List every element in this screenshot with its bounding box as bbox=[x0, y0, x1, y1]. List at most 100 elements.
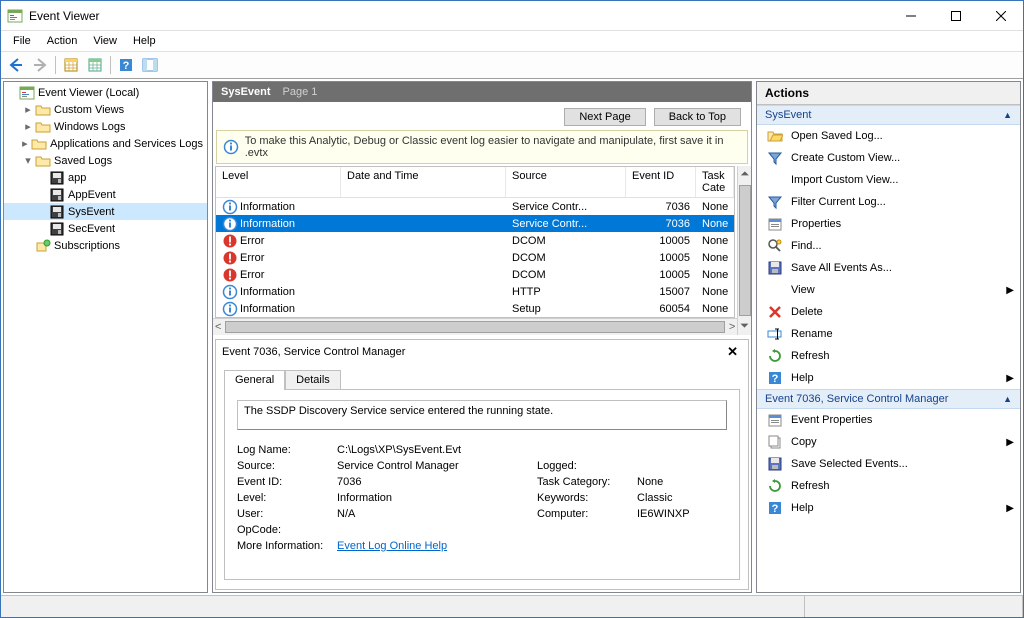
action-refresh[interactable]: Refresh bbox=[757, 475, 1020, 497]
action-properties[interactable]: Properties bbox=[757, 213, 1020, 235]
val-source: Service Control Manager bbox=[337, 460, 537, 472]
event-message: The SSDP Discovery Service service enter… bbox=[237, 400, 727, 430]
action-label: Copy bbox=[791, 436, 817, 448]
link-event-log-online-help[interactable]: Event Log Online Help bbox=[337, 540, 447, 552]
tab-details[interactable]: Details bbox=[285, 370, 341, 390]
info-bar: To make this Analytic, Debug or Classic … bbox=[216, 130, 748, 164]
col-source[interactable]: Source bbox=[506, 167, 626, 197]
menu-file[interactable]: File bbox=[5, 33, 39, 49]
action-delete[interactable]: Delete bbox=[757, 301, 1020, 323]
forward-button[interactable] bbox=[29, 54, 51, 76]
action-filter-current-log[interactable]: Filter Current Log... bbox=[757, 191, 1020, 213]
props-icon bbox=[767, 216, 783, 232]
event-row[interactable]: InformationService Contr...7036None bbox=[216, 198, 734, 215]
tree-item-appevent[interactable]: AppEvent bbox=[4, 186, 207, 203]
toolbar-panes-button[interactable] bbox=[139, 54, 161, 76]
actions-pane: Actions SysEvent▲ Open Saved Log...Creat… bbox=[756, 81, 1021, 593]
action-save-selected-events[interactable]: Save Selected Events... bbox=[757, 453, 1020, 475]
back-button[interactable] bbox=[5, 54, 27, 76]
submenu-arrow-icon: ▶ bbox=[1006, 503, 1014, 514]
toolbar-sheet2-button[interactable] bbox=[84, 54, 106, 76]
menu-view[interactable]: View bbox=[85, 33, 125, 49]
disk-icon bbox=[49, 221, 65, 237]
action-create-custom-view[interactable]: Create Custom View... bbox=[757, 147, 1020, 169]
col-date-time[interactable]: Date and Time bbox=[341, 167, 506, 197]
submenu-arrow-icon: ▶ bbox=[1006, 285, 1014, 296]
event-row[interactable]: InformationService Contr...7036None bbox=[216, 215, 734, 232]
tree-item-custom-views[interactable]: ▸Custom Views bbox=[4, 101, 207, 118]
tree-item-applications-and-services-logs[interactable]: ▸Applications and Services Logs bbox=[4, 135, 207, 152]
menu-help[interactable]: Help bbox=[125, 33, 164, 49]
submenu-arrow-icon: ▶ bbox=[1006, 437, 1014, 448]
action-label: Filter Current Log... bbox=[791, 196, 886, 208]
col-level[interactable]: Level bbox=[216, 167, 341, 197]
error-icon bbox=[222, 233, 238, 249]
horizontal-scrollbar[interactable]: <> bbox=[213, 318, 737, 335]
event-row[interactable]: ErrorDCOM10005None bbox=[216, 266, 734, 283]
tree-item-sysevent[interactable]: SysEvent bbox=[4, 203, 207, 220]
lbl-user: User: bbox=[237, 508, 337, 520]
actions-section-log[interactable]: SysEvent▲ bbox=[757, 105, 1020, 125]
toolbar bbox=[1, 51, 1023, 79]
app-icon bbox=[19, 85, 35, 101]
event-row[interactable]: InformationSetup60054None bbox=[216, 300, 734, 317]
action-copy[interactable]: Copy ▶ bbox=[757, 431, 1020, 453]
event-row[interactable]: InformationHTTP15007None bbox=[216, 283, 734, 300]
twisty-icon[interactable]: ▾ bbox=[22, 154, 34, 167]
event-row[interactable]: ErrorDCOM10005None bbox=[216, 249, 734, 266]
action-open-saved-log[interactable]: Open Saved Log... bbox=[757, 125, 1020, 147]
action-save-all-events-as[interactable]: Save All Events As... bbox=[757, 257, 1020, 279]
folder-icon bbox=[35, 102, 51, 118]
next-page-button[interactable]: Next Page bbox=[564, 108, 645, 126]
toolbar-separator bbox=[110, 56, 111, 74]
back-to-top-button[interactable]: Back to Top bbox=[654, 108, 741, 126]
minimize-button[interactable] bbox=[888, 1, 933, 30]
val-logged bbox=[637, 460, 749, 472]
col-event-id[interactable]: Event ID bbox=[626, 167, 696, 197]
action-label: Refresh bbox=[791, 350, 830, 362]
tree-root[interactable]: Event Viewer (Local) bbox=[4, 84, 207, 101]
action-import-custom-view[interactable]: Import Custom View... bbox=[757, 169, 1020, 191]
tree-item-subscriptions[interactable]: Subscriptions bbox=[4, 237, 207, 254]
lbl-opcode: OpCode: bbox=[237, 524, 337, 536]
menu-action[interactable]: Action bbox=[39, 33, 86, 49]
tree-item-saved-logs[interactable]: ▾Saved Logs bbox=[4, 152, 207, 169]
statusbar bbox=[1, 595, 1023, 617]
toolbar-sheet-button[interactable] bbox=[60, 54, 82, 76]
tree-item-secevent[interactable]: SecEvent bbox=[4, 220, 207, 237]
tree-item-windows-logs[interactable]: ▸Windows Logs bbox=[4, 118, 207, 135]
action-label: Save Selected Events... bbox=[791, 458, 908, 470]
detail-close-button[interactable]: ✕ bbox=[723, 344, 742, 360]
val-user: N/A bbox=[337, 508, 537, 520]
action-refresh[interactable]: Refresh bbox=[757, 345, 1020, 367]
tab-general[interactable]: General bbox=[224, 370, 285, 390]
close-button[interactable] bbox=[978, 1, 1023, 30]
event-viewer-window: Event Viewer File Action View Help Event… bbox=[0, 0, 1024, 618]
twisty-icon[interactable]: ▸ bbox=[22, 103, 34, 116]
tab-general-panel: The SSDP Discovery Service service enter… bbox=[224, 389, 740, 580]
refresh-icon bbox=[767, 348, 783, 364]
vertical-scrollbar[interactable]: ⏶⏷ bbox=[737, 166, 751, 335]
log-title: SysEvent bbox=[221, 86, 271, 98]
event-properties-grid: Log Name: C:\Logs\XP\SysEvent.Evt Source… bbox=[237, 444, 727, 552]
tree-item-app[interactable]: app bbox=[4, 169, 207, 186]
info-text: To make this Analytic, Debug or Classic … bbox=[245, 135, 741, 159]
event-row[interactable]: ErrorDCOM10005None bbox=[216, 232, 734, 249]
action-find[interactable]: Find... bbox=[757, 235, 1020, 257]
action-help[interactable]: Help▶ bbox=[757, 497, 1020, 519]
action-help[interactable]: Help▶ bbox=[757, 367, 1020, 389]
twisty-icon[interactable]: ▸ bbox=[20, 137, 30, 150]
actions-section-event[interactable]: Event 7036, Service Control Manager▲ bbox=[757, 389, 1020, 409]
lbl-moreinfo: More Information: bbox=[237, 540, 337, 552]
action-event-properties[interactable]: Event Properties bbox=[757, 409, 1020, 431]
tree-label: app bbox=[68, 172, 86, 184]
tree-label: Subscriptions bbox=[54, 240, 120, 252]
toolbar-help-button[interactable] bbox=[115, 54, 137, 76]
maximize-button[interactable] bbox=[933, 1, 978, 30]
tree-label: AppEvent bbox=[68, 189, 116, 201]
col-task-category[interactable]: Task Cate bbox=[696, 167, 734, 197]
action-view[interactable]: View▶ bbox=[757, 279, 1020, 301]
action-rename[interactable]: Rename bbox=[757, 323, 1020, 345]
val-opcode bbox=[337, 524, 749, 536]
twisty-icon[interactable]: ▸ bbox=[22, 120, 34, 133]
